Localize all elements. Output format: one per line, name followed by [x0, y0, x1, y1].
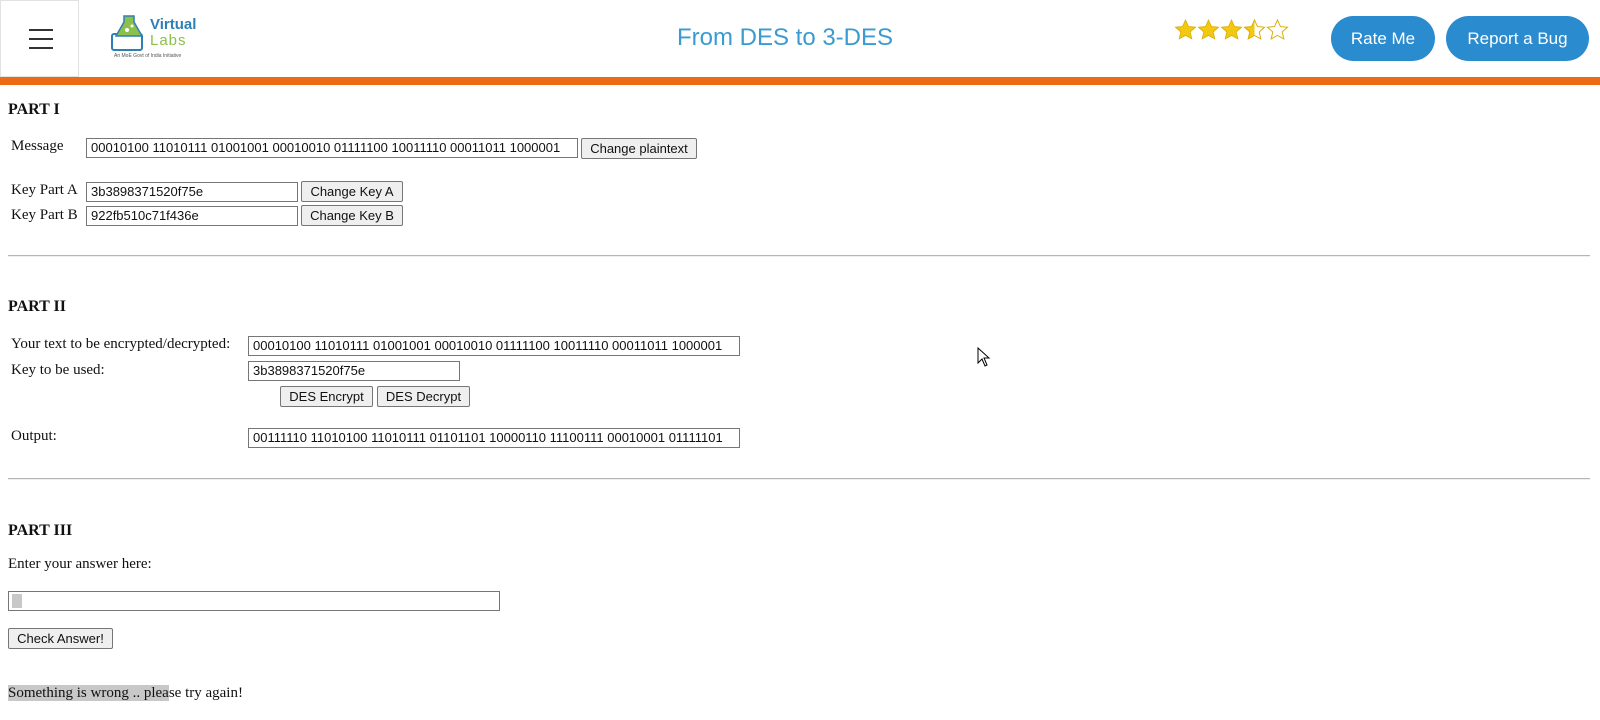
key-b-label: Key Part B — [11, 207, 78, 223]
des-encrypt-button[interactable]: DES Encrypt — [280, 386, 373, 407]
key-used-label: Key to be used: — [11, 362, 105, 378]
star-rating[interactable] — [1174, 18, 1289, 42]
result-message-highlighted: Something is wrong .. plea — [8, 685, 169, 701]
output-field[interactable]: 00111110 11010100 11010111 01101101 1000… — [248, 428, 740, 448]
message-label: Message — [11, 138, 64, 154]
text-field[interactable]: 00010100 11010111 01001001 00010010 0111… — [248, 336, 740, 356]
section-divider — [8, 478, 1590, 480]
result-message: Something is wrong .. please try again! — [8, 685, 243, 702]
key-a-field[interactable]: 3b3898371520f75e — [86, 182, 298, 202]
text-selection-highlight — [12, 594, 22, 608]
result-message-rest: se try again! — [168, 685, 243, 701]
check-answer-button[interactable]: Check Answer! — [8, 628, 113, 649]
section-divider — [8, 255, 1590, 257]
part2-heading: PART II — [8, 298, 66, 315]
part1-heading: PART I — [8, 101, 60, 118]
message-field[interactable]: 00010100 11010111 01001001 00010010 0111… — [86, 138, 578, 158]
top-navbar: Virtual Labs An MoE Govt of India Initia… — [0, 0, 1600, 85]
report-bug-button[interactable]: Report a Bug — [1446, 16, 1589, 61]
des-decrypt-button[interactable]: DES Decrypt — [377, 386, 470, 407]
change-plaintext-button[interactable]: Change plaintext — [581, 138, 697, 159]
menu-line — [29, 47, 53, 49]
rate-me-button[interactable]: Rate Me — [1331, 16, 1435, 61]
menu-line — [29, 29, 53, 31]
change-key-b-button[interactable]: Change Key B — [301, 205, 403, 226]
logo-tagline: An MoE Govt of India Initiative — [114, 53, 182, 59]
text-label: Your text to be encrypted/decrypted: — [11, 336, 231, 352]
part3-heading: PART III — [8, 522, 73, 539]
star-full-icon[interactable] — [1197, 18, 1220, 42]
flask-icon — [111, 15, 144, 51]
answer-prompt: Enter your answer here: — [8, 556, 152, 572]
hamburger-menu-icon[interactable] — [0, 0, 79, 77]
change-key-a-button[interactable]: Change Key A — [301, 181, 403, 202]
output-label: Output: — [11, 428, 57, 444]
logo-text-labs: Labs — [150, 32, 187, 49]
star-full-icon[interactable] — [1220, 18, 1243, 42]
answer-input[interactable] — [8, 591, 500, 611]
star-full-icon[interactable] — [1174, 18, 1197, 42]
star-empty-icon[interactable] — [1266, 18, 1289, 42]
mouse-cursor-icon — [977, 347, 991, 367]
logo-text-virtual: Virtual — [150, 16, 197, 33]
key-used-field[interactable]: 3b3898371520f75e — [248, 361, 460, 381]
key-a-label: Key Part A — [11, 182, 78, 198]
page-title: From DES to 3-DES — [676, 24, 894, 51]
virtual-labs-logo[interactable]: Virtual Labs An MoE Govt of India Initia… — [108, 10, 200, 66]
star-half-icon[interactable] — [1243, 18, 1266, 42]
menu-line — [29, 38, 53, 40]
key-b-field[interactable]: 922fb510c71f436e — [86, 206, 298, 226]
